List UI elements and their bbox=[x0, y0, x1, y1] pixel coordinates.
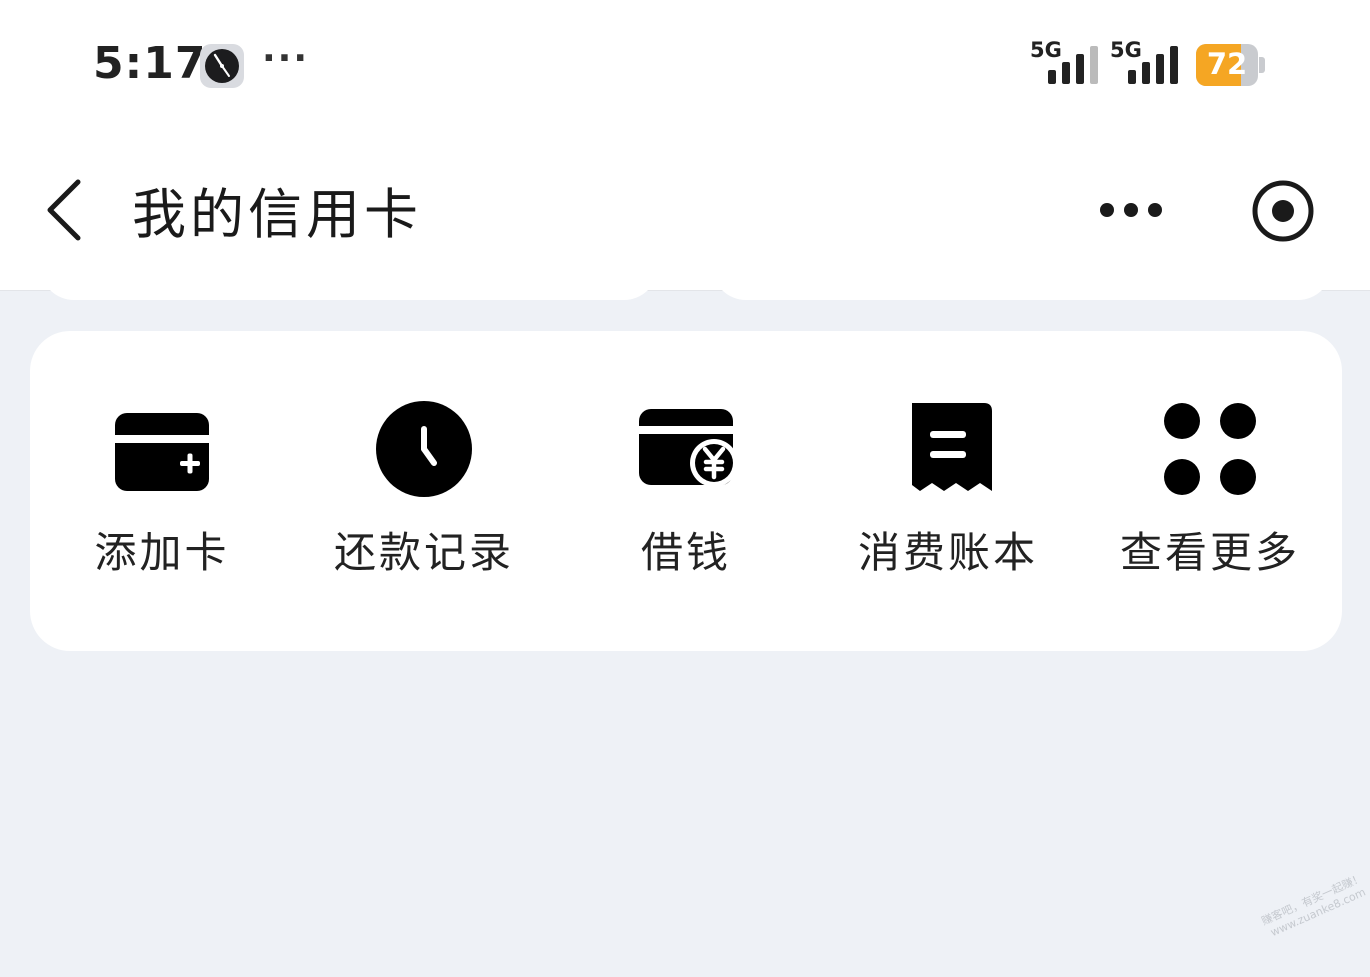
signal-5g-2: 5G bbox=[1110, 38, 1182, 86]
status-time: 5:17 bbox=[93, 38, 207, 89]
battery-cap bbox=[1259, 57, 1265, 73]
action-spending-ledger[interactable]: 消费账本 bbox=[828, 331, 1068, 651]
action-add-card[interactable]: 添加卡 bbox=[42, 331, 282, 651]
target-icon[interactable] bbox=[1250, 178, 1316, 244]
add-card-icon bbox=[115, 413, 209, 491]
clock-app-icon bbox=[200, 44, 244, 88]
action-borrow[interactable]: 借钱 bbox=[566, 331, 806, 651]
status-overflow-icon: ··· bbox=[262, 38, 310, 79]
signal-bars-icon bbox=[1048, 46, 1098, 84]
card-peek-left bbox=[40, 266, 658, 300]
card-yen-icon bbox=[639, 409, 736, 487]
action-view-more[interactable]: 查看更多 bbox=[1090, 331, 1330, 651]
watermark: 赚客吧，有奖一起赚！ www.zuanke8.com bbox=[1246, 865, 1370, 977]
status-bar: 5:17 ··· 5G 5G 72 bbox=[0, 0, 1370, 130]
signal-5g-1: 5G bbox=[1030, 38, 1102, 86]
receipt-icon bbox=[912, 403, 992, 491]
signal-bars-icon bbox=[1128, 46, 1178, 84]
quick-actions-panel: 添加卡 还款记录 借钱 消费账本 查看更多 赚客吧，有奖一起赚！ www.zua… bbox=[30, 331, 1368, 939]
page-title: 我的信用卡 bbox=[132, 183, 422, 246]
action-label: 查看更多 bbox=[1119, 528, 1300, 577]
clock-icon bbox=[376, 401, 472, 497]
battery-level: 72 bbox=[1206, 47, 1248, 81]
battery-indicator: 72 bbox=[1196, 44, 1265, 86]
action-label: 添加卡 bbox=[94, 528, 230, 577]
action-repayment-history[interactable]: 还款记录 bbox=[304, 331, 544, 651]
action-label: 还款记录 bbox=[333, 528, 514, 577]
chevron-left-icon[interactable] bbox=[40, 178, 90, 242]
action-label: 消费账本 bbox=[857, 528, 1038, 577]
card-peek-right bbox=[712, 266, 1332, 300]
more-dots-icon[interactable] bbox=[1095, 190, 1167, 230]
battery-body: 72 bbox=[1196, 44, 1258, 86]
action-label: 借钱 bbox=[640, 528, 731, 577]
grid-dots-icon bbox=[1164, 403, 1256, 495]
